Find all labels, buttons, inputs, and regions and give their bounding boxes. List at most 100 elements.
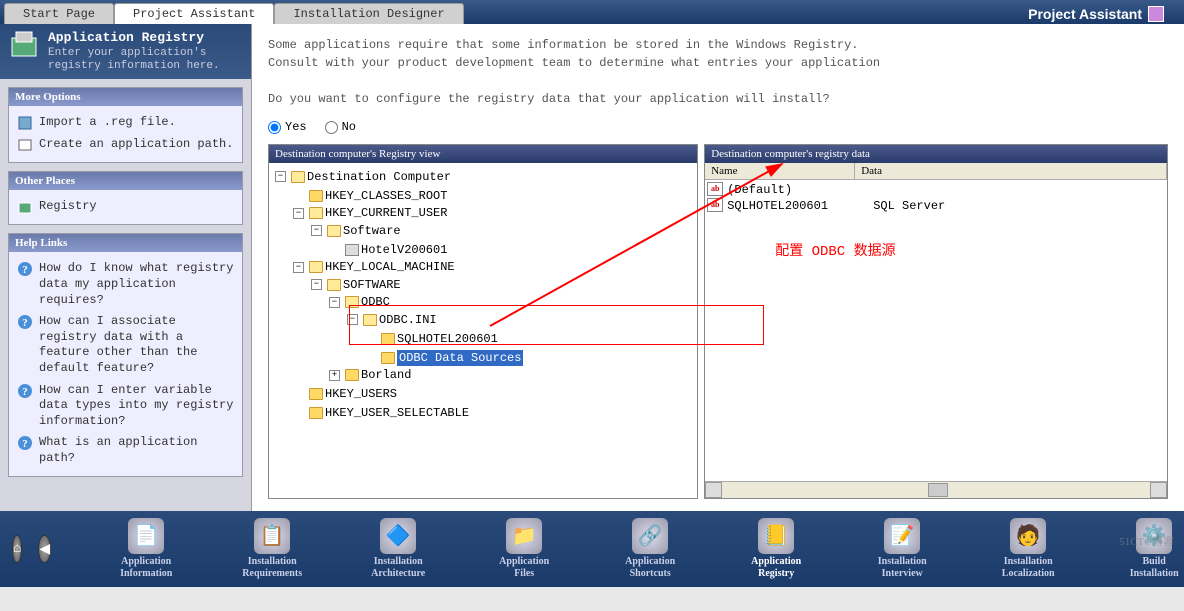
expand-toggle[interactable]: − (311, 225, 322, 236)
folder-icon (291, 171, 305, 183)
step-icon: 📋 (254, 518, 290, 554)
step-1[interactable]: 📋InstallationRequirements (233, 518, 311, 580)
other-places-title: Other Places (9, 172, 242, 190)
folder-icon (327, 225, 341, 237)
data-row[interactable]: abSQLHOTEL200601SQL Server (707, 198, 1165, 214)
help-link-2[interactable]: ?How can I enter variable data types int… (15, 380, 236, 433)
tree-panel-header: Destination computer's Registry view (269, 145, 697, 163)
expand-toggle[interactable]: − (347, 314, 358, 325)
help-link-0[interactable]: ?How do I know what registry data my app… (15, 258, 236, 311)
folder-icon (309, 388, 323, 400)
radio-yes[interactable]: Yes (268, 120, 307, 134)
step-3[interactable]: 📁ApplicationFiles (485, 518, 563, 580)
nav-home-button[interactable]: ⌂ (12, 535, 22, 563)
app-icon (1148, 6, 1164, 22)
folder-icon (345, 296, 359, 308)
link-create-app-path[interactable]: Create an application path. (15, 134, 236, 156)
string-value-icon: ab (707, 182, 723, 196)
step-8[interactable]: ⚙️BuildInstallation (1115, 518, 1184, 580)
step-5[interactable]: 📒ApplicationRegistry (737, 518, 815, 580)
radio-no[interactable]: No (325, 120, 356, 134)
radio-group: Yes No (268, 120, 1168, 134)
tab-installation-designer[interactable]: Installation Designer (274, 3, 463, 24)
tree-node-selected[interactable]: ODBC Data Sources (365, 350, 523, 366)
tab-project-assistant[interactable]: Project Assistant (114, 3, 274, 24)
folder-icon (381, 352, 395, 364)
step-icon: 📝 (884, 518, 920, 554)
help-link-1[interactable]: ?How can I associate registry data with … (15, 311, 236, 379)
svg-text:?: ? (22, 317, 28, 329)
string-value-icon: ab (707, 198, 723, 212)
folder-icon (381, 333, 395, 345)
step-icon: 📄 (128, 518, 164, 554)
reg-file-icon (17, 115, 33, 131)
step-icon: 📁 (506, 518, 542, 554)
expand-toggle[interactable]: − (329, 297, 340, 308)
help-icon: ? (17, 314, 33, 330)
path-icon (17, 137, 33, 153)
other-places-panel: Other Places Registry (8, 171, 243, 225)
main-content: Some applications require that some info… (252, 24, 1184, 511)
sidebar-header: Application Registry Enter your applicat… (0, 24, 251, 79)
sidebar: Application Registry Enter your applicat… (0, 24, 252, 511)
registry-data-panel: Destination computer's registry data Nam… (704, 144, 1168, 499)
folder-icon (309, 190, 323, 202)
tab-start-page[interactable]: Start Page (4, 3, 114, 24)
col-name-header[interactable]: Name (705, 163, 855, 179)
data-panel-header: Destination computer's registry data (705, 145, 1167, 163)
data-row[interactable]: ab(Default) (707, 182, 1165, 198)
help-link-3[interactable]: ?What is an application path? (15, 432, 236, 469)
folder-icon (345, 369, 359, 381)
folder-icon (363, 314, 377, 326)
watermark: 51CTO博客 (1119, 533, 1174, 549)
registry-tree[interactable]: − Destination Computer HKEY_CLASSES_ROOT… (269, 163, 697, 498)
step-2[interactable]: 🔷InstallationArchitecture (359, 518, 437, 580)
expand-toggle[interactable]: − (311, 279, 322, 290)
step-icon: 🧑 (1010, 518, 1046, 554)
expand-toggle[interactable]: − (293, 262, 304, 273)
scroll-left-button[interactable] (705, 482, 722, 498)
folder-icon (309, 207, 323, 219)
col-data-header[interactable]: Data (855, 163, 1167, 179)
step-icon: 📒 (758, 518, 794, 554)
help-icon: ? (17, 261, 33, 277)
expand-toggle[interactable]: − (275, 171, 286, 182)
help-links-panel: Help Links ?How do I know what registry … (8, 233, 243, 476)
expand-toggle[interactable]: + (329, 370, 340, 381)
horizontal-scrollbar[interactable] (705, 481, 1167, 498)
folder-icon (309, 407, 323, 419)
sidebar-header-title: Application Registry (48, 30, 243, 45)
description: Some applications require that some info… (268, 36, 1168, 108)
tab-strip: Start Page Project Assistant Installatio… (4, 3, 464, 24)
data-columns: Name Data (705, 163, 1167, 180)
link-import-reg[interactable]: Import a .reg file. (15, 112, 236, 134)
link-registry[interactable]: Registry (15, 196, 236, 218)
registry-link-icon (17, 199, 33, 215)
more-options-panel: More Options Import a .reg file. Create … (8, 87, 243, 163)
component-icon (345, 244, 359, 256)
help-links-title: Help Links (9, 234, 242, 252)
registry-tree-panel: Destination computer's Registry view − D… (268, 144, 698, 499)
registry-icon (8, 30, 40, 62)
step-7[interactable]: 🧑InstallationLocalization (989, 518, 1067, 580)
help-icon: ? (17, 435, 33, 451)
step-icon: 🔗 (632, 518, 668, 554)
folder-icon (309, 261, 323, 273)
sidebar-header-desc: Enter your application's registry inform… (48, 47, 243, 73)
svg-text:?: ? (22, 264, 28, 276)
help-icon: ? (17, 383, 33, 399)
nav-back-button[interactable]: ◀ (38, 535, 51, 563)
svg-text:?: ? (22, 438, 28, 450)
more-options-title: More Options (9, 88, 242, 106)
scroll-thumb[interactable] (928, 483, 948, 497)
data-body[interactable]: ab(Default) abSQLHOTEL200601SQL Server 配… (705, 180, 1167, 481)
step-4[interactable]: 🔗ApplicationShortcuts (611, 518, 689, 580)
step-bar: ⌂ ◀ 📄ApplicationInformation 📋Installation… (0, 511, 1184, 587)
annotation-text: 配置 ODBC 数据源 (775, 240, 895, 260)
scroll-right-button[interactable] (1150, 482, 1167, 498)
step-icon: 🔷 (380, 518, 416, 554)
svg-text:?: ? (22, 386, 28, 398)
step-6[interactable]: 📝InstallationInterview (863, 518, 941, 580)
expand-toggle[interactable]: − (293, 208, 304, 219)
step-0[interactable]: 📄ApplicationInformation (107, 518, 185, 580)
